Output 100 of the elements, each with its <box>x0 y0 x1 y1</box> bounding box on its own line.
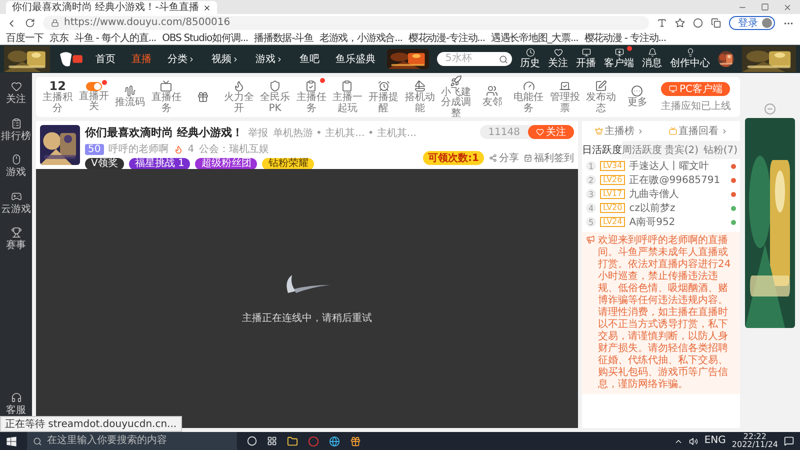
tool-button[interactable]: 推流码 <box>112 85 148 109</box>
bookmark[interactable]: 京东 <box>50 31 68 45</box>
clock[interactable]: 22:22 2022/11/24 <box>732 433 778 449</box>
streamer-name: 呼呼的老师啊 <box>108 142 169 156</box>
bookmark[interactable]: 遇遇长帝地图_大票... <box>490 31 578 45</box>
language-indicator[interactable]: ENG <box>704 435 726 447</box>
caret-icon <box>188 56 196 62</box>
folder-icon[interactable] <box>287 436 298 446</box>
sidebar-item[interactable]: 关注 <box>6 81 26 106</box>
address-field[interactable]: https://www.douyu.com/8500016 <box>43 16 649 30</box>
bookmark[interactable]: OBS Studio如何调... <box>162 31 248 45</box>
nav-link[interactable]: 首页 <box>91 52 120 66</box>
close-icon[interactable] <box>202 4 211 12</box>
tool-button[interactable]: 主播任务 <box>294 80 329 114</box>
browser-icon[interactable] <box>329 436 340 446</box>
user-name[interactable]: cz以前梦z <box>629 201 727 215</box>
tool-button[interactable]: 友邻 <box>474 85 510 109</box>
tag[interactable]: 福星挑战 1 <box>128 158 190 170</box>
tag[interactable]: 超级粉丝团 <box>195 158 258 170</box>
claim-badge[interactable]: 可领次数:1 <box>423 151 484 165</box>
bookmark[interactable]: 樱花动漫 - 专注动... <box>584 31 666 45</box>
score-item[interactable]: 12 主播积分 <box>40 80 76 114</box>
text-size-icon[interactable] <box>657 18 667 28</box>
collections-icon[interactable] <box>711 18 721 28</box>
level-badge: LV17 <box>600 189 626 199</box>
notification-dot <box>320 78 325 83</box>
sidebar-item[interactable]: 赛事 <box>6 227 26 252</box>
search-icon[interactable] <box>499 54 508 64</box>
header-action[interactable]: 消息 <box>642 48 662 70</box>
tool-button[interactable]: 发布动态 <box>584 80 619 114</box>
user-name[interactable]: 九曲寺僧人 <box>629 187 727 201</box>
maximize-icon[interactable] <box>761 3 769 11</box>
nav-link[interactable]: 鱼乐盛典 <box>331 52 380 66</box>
tool-button[interactable]: 主播一起玩 <box>330 80 366 114</box>
app-icon[interactable] <box>350 436 361 446</box>
panel-tab[interactable]: 周活跃度 <box>622 141 662 159</box>
flame-icon <box>232 80 245 92</box>
notification-icon[interactable] <box>784 436 794 446</box>
edit-icon <box>595 80 608 92</box>
nav-link[interactable]: 直播 <box>127 52 156 66</box>
nav-link[interactable]: 鱼吧 <box>295 52 324 66</box>
tool-button[interactable]: 开播提醒 <box>366 80 402 114</box>
panel-link[interactable]: 直播回看 <box>668 124 728 138</box>
header-action[interactable]: 开播 <box>576 48 596 70</box>
bookmark[interactable]: 老游戏，小游戏合... <box>319 31 402 45</box>
star-icon[interactable] <box>675 18 685 28</box>
tag[interactable]: 钻粉荣耀 <box>262 158 314 170</box>
login-button[interactable]: 登录 <box>729 16 775 30</box>
tool-button[interactable]: 更多 <box>620 85 655 109</box>
bookmark[interactable]: 樱花动漫-专注动... <box>408 31 485 45</box>
tag[interactable]: V领奖 <box>85 158 124 170</box>
panel-link[interactable]: 主播榜 <box>594 124 644 138</box>
panel-tab[interactable]: 钻粉(7) <box>701 141 740 159</box>
header-action[interactable]: 客户端 <box>604 48 634 70</box>
refresh-icon[interactable] <box>25 18 35 28</box>
circle-icon[interactable] <box>693 18 703 28</box>
browser-tab[interactable]: 你们最喜欢滴时尚 经典小游戏！-斗鱼直播 <box>6 1 217 14</box>
nav-link[interactable]: 视频 <box>207 52 244 66</box>
header-action[interactable]: 关注 <box>548 48 568 70</box>
tool-button[interactable]: 火力全开 <box>221 80 256 114</box>
toggle-switch[interactable] <box>86 82 102 90</box>
nav-link[interactable]: 游戏 <box>251 52 288 66</box>
user-name[interactable]: 手速达人丨曜文叶 <box>629 159 727 173</box>
user-name[interactable]: 正在嗷@99685791 <box>629 173 727 187</box>
windows-icon[interactable] <box>6 436 17 446</box>
header-action[interactable]: 历史 <box>520 48 540 70</box>
headset-icon <box>10 392 22 402</box>
welfare-link[interactable]: 福利签到 <box>524 151 574 165</box>
share-link[interactable]: 分享 <box>489 151 519 165</box>
flame-icon <box>174 144 183 154</box>
follow-button[interactable]: 关注 <box>528 125 574 139</box>
sidebar-item[interactable]: 游戏 <box>6 154 26 178</box>
panel-tab[interactable]: 日活跃度 <box>582 141 622 159</box>
bookmark[interactable]: 斗鱼 - 每个人的直... <box>74 31 156 45</box>
nav-link[interactable]: 分类 <box>163 52 200 66</box>
heart-icon <box>10 81 22 92</box>
sidebar-item[interactable]: 排行榜 <box>1 118 31 142</box>
header-action[interactable]: 创作中心 <box>670 48 710 70</box>
tool-button[interactable]: 管理投票 <box>547 80 583 114</box>
panel-tab[interactable]: 贵宾(2) <box>662 141 701 159</box>
tool-button[interactable]: 直播开关 <box>76 82 112 112</box>
tool-button[interactable]: 搭机动能 <box>402 80 438 114</box>
speaker-icon[interactable] <box>689 436 698 446</box>
bookmark[interactable]: 百度一下 <box>6 31 44 45</box>
caret-icon <box>276 56 284 62</box>
heart-icon <box>554 48 562 58</box>
sidebar-item[interactable]: 客服 <box>6 392 26 416</box>
pc-client-button[interactable]: PC客户端 <box>661 82 730 96</box>
record-icon[interactable] <box>308 436 319 446</box>
user-name[interactable]: A南哥952 <box>629 215 727 229</box>
search-field[interactable]: 在这里输入你要搜索的内容 <box>27 432 237 450</box>
tool-button[interactable]: 直播任务 <box>148 80 184 114</box>
rank-number: 4 <box>586 203 596 213</box>
tool-button[interactable]: 小飞建分成调整 <box>438 74 474 120</box>
sidebar-item[interactable]: 云游戏 <box>1 190 31 215</box>
bookmark[interactable]: 播播数据-斗鱼 <box>254 31 314 45</box>
users-icon <box>486 85 498 98</box>
tool-button[interactable]: 电能任务 <box>511 80 546 114</box>
tool-button[interactable]: 全民乐PK <box>257 80 293 114</box>
task-view-icon[interactable] <box>267 436 277 446</box>
